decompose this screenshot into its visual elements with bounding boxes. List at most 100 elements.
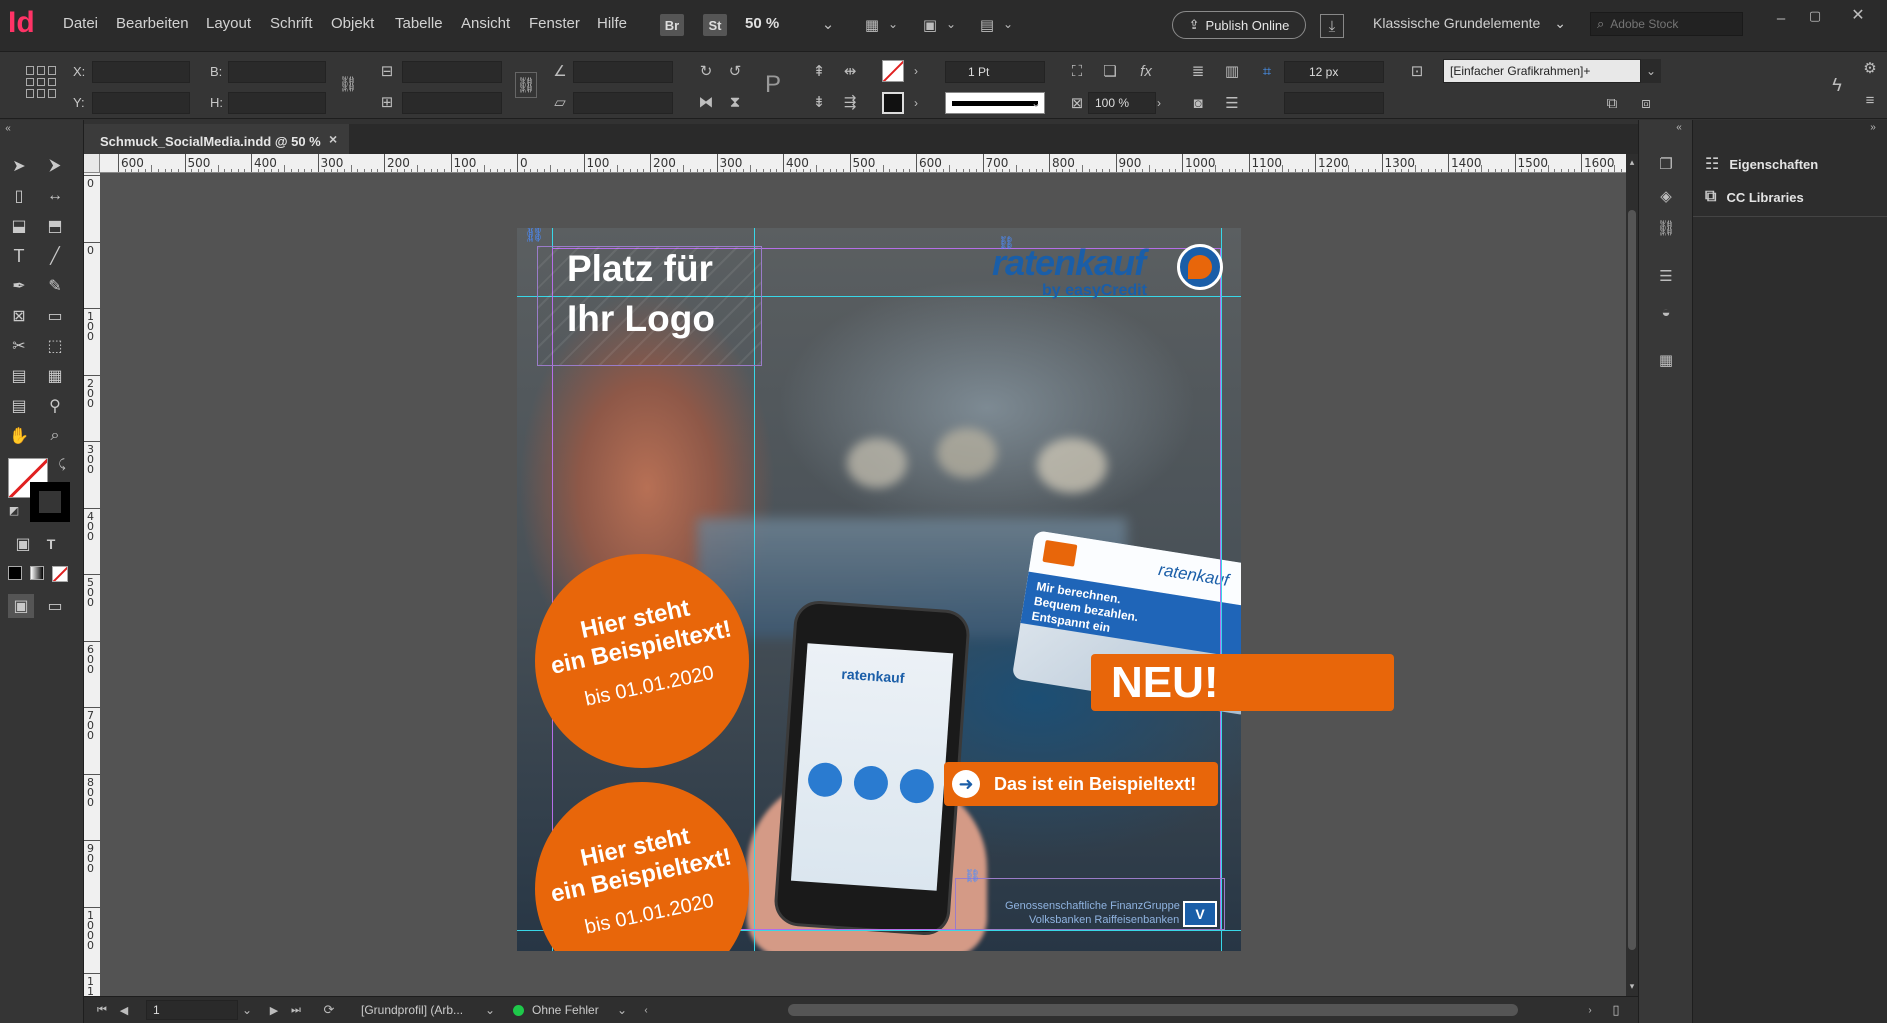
stock-search[interactable]: ⌕ <box>1590 12 1743 36</box>
rotate-cw-icon[interactable]: ↻ <box>695 60 717 82</box>
distribute-icon[interactable]: ⇹ <box>838 60 862 82</box>
page-number-field[interactable]: 1 <box>146 1000 238 1020</box>
view-options-chevron-icon[interactable]: ⌄ <box>886 16 900 32</box>
preflight-chevron-icon[interactable]: ⌄ <box>614 1001 630 1019</box>
menu-layout[interactable]: Layout <box>206 15 251 32</box>
cc-libraries-panel-tab[interactable]: ⧉ CC Libraries <box>1705 188 1804 206</box>
pages-panel-icon[interactable]: ❐ <box>1653 152 1679 176</box>
clear-overrides-icon[interactable]: ⧉ <box>1600 92 1624 114</box>
next-page-icon[interactable]: ▶ <box>266 1002 282 1018</box>
text-wrap-object-icon[interactable]: ◙ <box>1186 92 1210 114</box>
formatting-container-icon[interactable]: ▣ <box>10 532 36 556</box>
stroke-panel-icon[interactable]: ☰ <box>1653 264 1679 288</box>
rotate-field[interactable] <box>573 61 673 83</box>
align-top-icon[interactable]: ⇞ <box>808 60 830 82</box>
fill-swatch-none[interactable] <box>882 60 904 82</box>
pencil-tool-icon[interactable]: ✎ <box>42 274 68 298</box>
gap-tool-icon[interactable]: ↔ <box>42 184 68 208</box>
rotate-ccw-icon[interactable]: ↺ <box>724 60 746 82</box>
scissors-tool-icon[interactable]: ✂ <box>6 334 32 358</box>
first-page-icon[interactable]: ⏮ <box>94 1002 110 1018</box>
flip-horizontal-icon[interactable]: ⧓ <box>695 91 717 113</box>
cta-button[interactable]: ➜ Das ist ein Beispieltext! <box>944 762 1218 806</box>
arrange-chevron-icon[interactable]: ⌄ <box>1001 16 1015 32</box>
note-tool-icon[interactable]: ▤ <box>6 394 32 418</box>
pen-tool-icon[interactable]: ✒ <box>6 274 32 298</box>
zoom-level[interactable]: 50 % <box>745 15 779 32</box>
text-wrap-bounding-icon[interactable]: ▥ <box>1220 60 1244 82</box>
text-wrap-jump-icon[interactable]: ☰ <box>1220 92 1244 114</box>
content-placer-icon[interactable]: ⬒ <box>42 214 68 238</box>
view-options-icon[interactable]: ▦ <box>860 14 884 36</box>
stroke-color-icon[interactable] <box>30 482 70 522</box>
align-bottom-icon[interactable]: ⇟ <box>808 91 830 113</box>
split-view-icon[interactable]: ▯ <box>1606 1001 1626 1019</box>
vertical-scrollbar[interactable]: ▴ ▾ <box>1626 154 1638 996</box>
offset-icon[interactable]: ⌗ <box>1256 60 1278 82</box>
collapse-tools-icon[interactable]: « <box>0 122 16 134</box>
zoom-tool-icon[interactable]: ⌕ <box>42 424 68 448</box>
document-page[interactable]: ratenkauf Mir berechnen. Bequem bezahlen… <box>517 228 1241 951</box>
width-field[interactable] <box>228 61 326 83</box>
content-collector-icon[interactable]: ⬓ <box>6 214 32 238</box>
formatting-text-icon[interactable]: T <box>38 532 64 556</box>
collapse-panels-icon[interactable]: « <box>1671 120 1687 134</box>
maximize-icon[interactable]: ▢ <box>1805 6 1825 26</box>
menu-tabelle[interactable]: Tabelle <box>395 15 443 32</box>
open-page-icon[interactable]: ⟳ <box>320 1001 338 1019</box>
preflight-status[interactable]: Ohne Fehler <box>532 1003 599 1017</box>
layers-panel-icon[interactable]: ◈ <box>1653 184 1679 208</box>
profile-chevron-icon[interactable]: ⌄ <box>482 1001 498 1019</box>
menu-objekt[interactable]: Objekt <box>331 15 374 32</box>
menu-ansicht[interactable]: Ansicht <box>461 15 510 32</box>
screen-mode-icon[interactable]: ▣ <box>918 14 942 36</box>
rectangle-tool-icon[interactable]: ▭ <box>42 304 68 328</box>
link-icon[interactable]: ⛓ <box>998 235 1015 251</box>
rectangle-frame-tool-icon[interactable]: ⊠ <box>6 304 32 328</box>
apply-gradient-icon[interactable] <box>30 566 44 580</box>
selection-tool-icon[interactable]: ➤ <box>6 154 32 178</box>
swatch-grid-panel-icon[interactable]: ▦ <box>1653 348 1679 372</box>
document-tab[interactable]: Schmuck_SocialMedia.indd @ 50 % × <box>84 124 349 154</box>
line-tool-icon[interactable]: ╱ <box>42 244 68 268</box>
gear-icon[interactable]: ⚙ <box>1860 58 1880 78</box>
gradient-swatch-tool-icon[interactable]: ▤ <box>6 364 32 388</box>
x-field[interactable] <box>92 61 190 83</box>
type-tool-icon[interactable]: T <box>6 244 32 268</box>
scale-x-field[interactable] <box>402 61 502 83</box>
distribute-bottom-icon[interactable]: ⇶ <box>838 91 862 113</box>
horizontal-ruler[interactable]: 600 500 400 300 200 100 0 100 200 300 400 500 600 700… <box>100 154 1638 173</box>
links-panel-icon[interactable]: ⛓ <box>1653 216 1679 240</box>
apply-none-icon[interactable] <box>52 566 68 582</box>
vertical-ruler[interactable]: 0 0 100 200 300 400 500 600 700 800 900 1000 1100 <box>84 173 100 996</box>
y-field[interactable] <box>92 92 190 114</box>
scale-y-field[interactable] <box>402 92 502 114</box>
scroll-up-icon[interactable]: ▴ <box>1626 156 1638 168</box>
stock-search-input[interactable] <box>1610 17 1731 31</box>
screen-mode-chevron-icon[interactable]: ⌄ <box>944 16 958 32</box>
share-icon[interactable]: ⤓ <box>1320 14 1344 38</box>
menu-bearbeiten[interactable]: Bearbeiten <box>116 15 189 32</box>
preview-mode-icon[interactable]: ▣ <box>8 594 34 618</box>
gradient-feather-tool-icon[interactable]: ▦ <box>42 364 68 388</box>
close-tab-icon[interactable]: × <box>329 131 337 147</box>
free-transform-tool-icon[interactable]: ⬚ <box>42 334 68 358</box>
quick-apply-icon[interactable]: ϟ <box>1825 70 1849 100</box>
swap-colors-icon[interactable]: ⤹ <box>54 456 70 472</box>
scroll-down-icon[interactable]: ▾ <box>1626 980 1638 992</box>
properties-panel-tab[interactable]: ☷ Eigenschaften <box>1705 154 1818 174</box>
horizontal-scroll-thumb[interactable] <box>788 1004 1518 1016</box>
panel-menu-icon[interactable]: ≡ <box>1860 90 1880 110</box>
previous-page-icon[interactable]: ◀ <box>116 1002 132 1018</box>
arrange-documents-icon[interactable]: ▤ <box>975 14 999 36</box>
link-icon[interactable]: ⛓ <box>524 228 544 244</box>
apply-color-icon[interactable] <box>8 566 22 580</box>
constrain-proportions-icon[interactable]: ⛓ <box>338 72 358 96</box>
eyedropper-tool-icon[interactable]: ⚲ <box>42 394 68 418</box>
stock-button[interactable]: St <box>703 14 727 36</box>
direct-selection-tool-icon[interactable]: ⮞ <box>42 154 68 178</box>
last-page-icon[interactable]: ⏭ <box>288 1002 304 1018</box>
swatches-panel-icon[interactable]: ◒ <box>1653 300 1679 324</box>
page-tool-icon[interactable]: ▯ <box>6 184 32 208</box>
preflight-profile[interactable]: [Grundprofil] (Arb... <box>361 1003 463 1017</box>
